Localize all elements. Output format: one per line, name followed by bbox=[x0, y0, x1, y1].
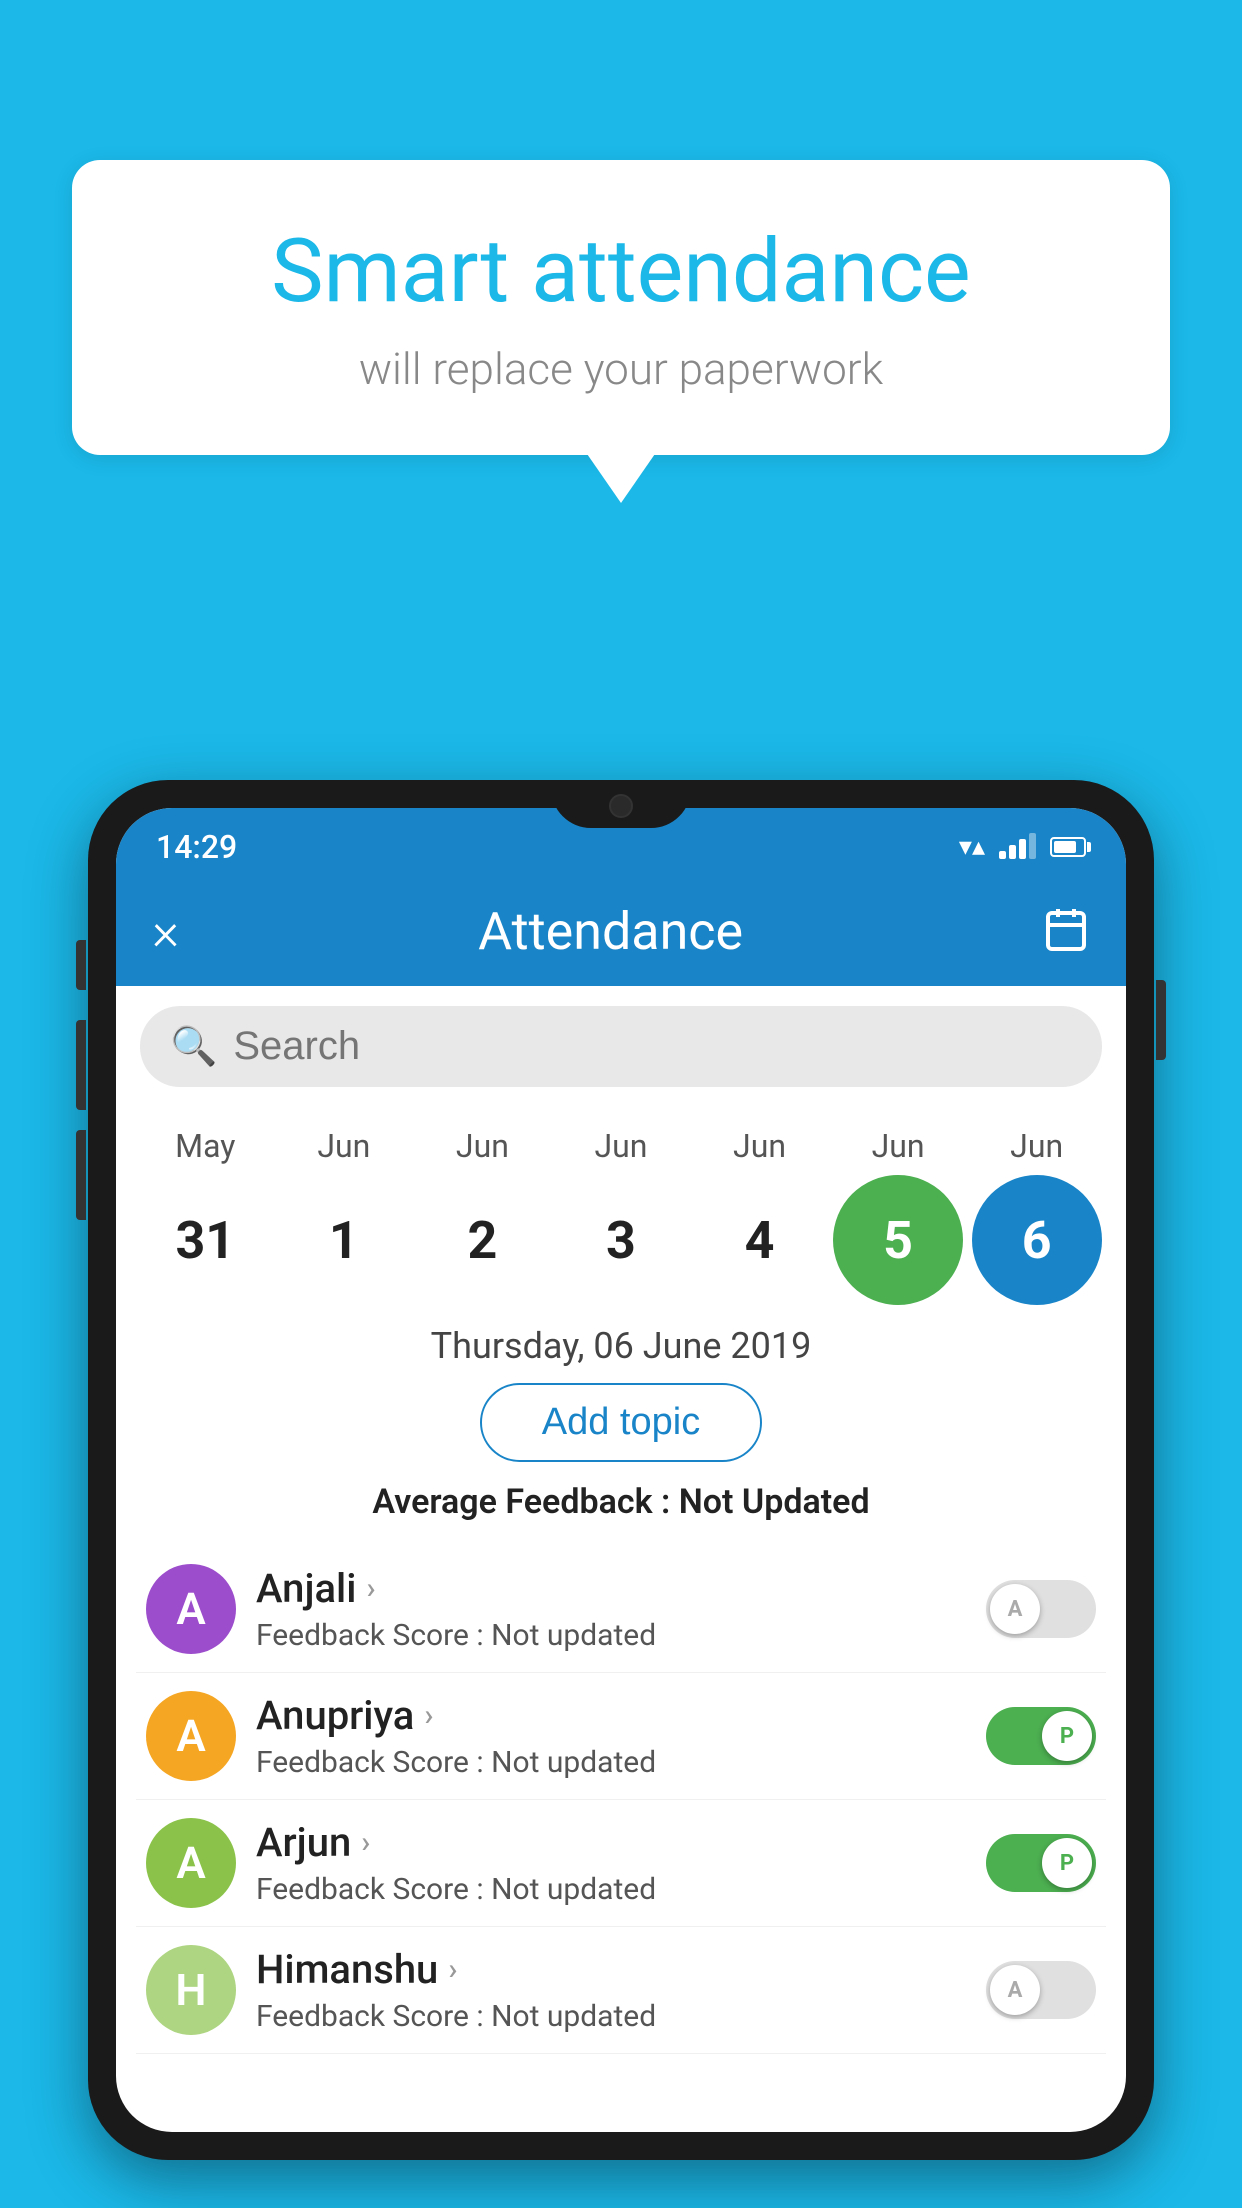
app-title: Attendance bbox=[478, 901, 743, 962]
cal-day-1[interactable]: 1 bbox=[279, 1175, 409, 1305]
phone-screen: 14:29 ▾▴ × Attendance bbox=[116, 808, 1126, 2132]
search-bar[interactable]: 🔍 bbox=[140, 1006, 1102, 1087]
volume-down-button bbox=[76, 1130, 86, 1220]
student-feedback-anupriya: Feedback Score : Not updated bbox=[256, 1745, 966, 1780]
calendar-months: May Jun Jun Jun Jun Jun Jun bbox=[136, 1127, 1106, 1165]
student-avatar-himanshu: H bbox=[146, 1945, 236, 2035]
toggle-knob-anupriya: P bbox=[1042, 1711, 1092, 1761]
bubble-subtitle: will replace your paperwork bbox=[152, 343, 1090, 395]
student-info-anjali: Anjali › Feedback Score : Not updated bbox=[256, 1565, 966, 1653]
cal-month-2: Jun bbox=[417, 1127, 547, 1165]
cal-day-0[interactable]: 31 bbox=[140, 1175, 270, 1305]
student-avatar-anupriya: A bbox=[146, 1691, 236, 1781]
student-info-himanshu: Himanshu › Feedback Score : Not updated bbox=[256, 1946, 966, 2034]
add-topic-button[interactable]: Add topic bbox=[480, 1383, 762, 1462]
student-item-anupriya[interactable]: A Anupriya › Feedback Score : Not update… bbox=[136, 1673, 1106, 1800]
toggle-anupriya[interactable]: P bbox=[986, 1707, 1096, 1765]
calendar-strip: May Jun Jun Jun Jun Jun Jun 31 1 2 3 4 5… bbox=[116, 1107, 1126, 1305]
cal-day-5[interactable]: 5 bbox=[833, 1175, 963, 1305]
toggle-arjun[interactable]: P bbox=[986, 1834, 1096, 1892]
cal-day-2[interactable]: 2 bbox=[417, 1175, 547, 1305]
toggle-himanshu[interactable]: A bbox=[986, 1961, 1096, 2019]
student-feedback-anjali: Feedback Score : Not updated bbox=[256, 1618, 966, 1653]
calendar-button[interactable] bbox=[1042, 905, 1090, 957]
cal-day-4[interactable]: 4 bbox=[695, 1175, 825, 1305]
attendance-toggle-anupriya[interactable]: P bbox=[986, 1707, 1096, 1765]
cal-month-4: Jun bbox=[695, 1127, 825, 1165]
bubble-title: Smart attendance bbox=[152, 220, 1090, 323]
toggle-anjali[interactable]: A bbox=[986, 1580, 1096, 1638]
cal-day-6[interactable]: 6 bbox=[972, 1175, 1102, 1305]
toggle-knob-himanshu: A bbox=[990, 1965, 1040, 2015]
signal-bars-icon bbox=[999, 835, 1036, 859]
status-time: 14:29 bbox=[156, 828, 237, 866]
phone-frame: 14:29 ▾▴ × Attendance bbox=[88, 780, 1154, 2160]
attendance-toggle-himanshu[interactable]: A bbox=[986, 1961, 1096, 2019]
cal-month-3: Jun bbox=[556, 1127, 686, 1165]
search-input[interactable] bbox=[233, 1024, 1072, 1069]
calendar-days: 31 1 2 3 4 5 6 bbox=[136, 1175, 1106, 1305]
student-name-anjali: Anjali › bbox=[256, 1565, 966, 1612]
status-icons: ▾▴ bbox=[959, 832, 1086, 862]
cal-month-5: Jun bbox=[833, 1127, 963, 1165]
speech-bubble-container: Smart attendance will replace your paper… bbox=[72, 160, 1170, 455]
chevron-right-icon: › bbox=[361, 1825, 370, 1860]
phone-container: 14:29 ▾▴ × Attendance bbox=[88, 780, 1154, 2208]
student-item-arjun[interactable]: A Arjun › Feedback Score : Not updated P bbox=[136, 1800, 1106, 1927]
volume-up-button bbox=[76, 1020, 86, 1110]
student-feedback-himanshu: Feedback Score : Not updated bbox=[256, 1999, 966, 2034]
chevron-right-icon: › bbox=[448, 1952, 457, 1987]
battery-icon bbox=[1050, 837, 1086, 857]
toggle-knob-anjali: A bbox=[990, 1584, 1040, 1634]
close-button[interactable]: × bbox=[152, 901, 179, 962]
app-header: × Attendance bbox=[116, 876, 1126, 986]
student-feedback-arjun: Feedback Score : Not updated bbox=[256, 1872, 966, 1907]
attendance-toggle-anjali[interactable]: A bbox=[986, 1580, 1096, 1638]
student-avatar-anjali: A bbox=[146, 1564, 236, 1654]
cal-day-3[interactable]: 3 bbox=[556, 1175, 686, 1305]
student-info-arjun: Arjun › Feedback Score : Not updated bbox=[256, 1819, 966, 1907]
silent-button bbox=[76, 940, 86, 990]
avg-feedback: Average Feedback : Not Updated bbox=[116, 1482, 1126, 1522]
avg-feedback-label: Average Feedback : bbox=[372, 1482, 678, 1522]
student-name-anupriya: Anupriya › bbox=[256, 1692, 966, 1739]
wifi-icon: ▾▴ bbox=[959, 832, 985, 862]
toggle-knob-arjun: P bbox=[1042, 1838, 1092, 1888]
avg-feedback-value: Not Updated bbox=[679, 1482, 870, 1522]
cal-month-1: Jun bbox=[279, 1127, 409, 1165]
speech-bubble: Smart attendance will replace your paper… bbox=[72, 160, 1170, 455]
attendance-toggle-arjun[interactable]: P bbox=[986, 1834, 1096, 1892]
student-info-anupriya: Anupriya › Feedback Score : Not updated bbox=[256, 1692, 966, 1780]
student-list: A Anjali › Feedback Score : Not updated … bbox=[116, 1546, 1126, 2054]
phone-notch bbox=[551, 780, 691, 828]
selected-date-label: Thursday, 06 June 2019 bbox=[116, 1325, 1126, 1367]
power-button bbox=[1156, 980, 1166, 1060]
student-item-himanshu[interactable]: H Himanshu › Feedback Score : Not update… bbox=[136, 1927, 1106, 2054]
cal-month-0: May bbox=[140, 1127, 270, 1165]
calendar-icon bbox=[1042, 905, 1090, 953]
phone-camera bbox=[609, 794, 633, 818]
student-item-anjali[interactable]: A Anjali › Feedback Score : Not updated … bbox=[136, 1546, 1106, 1673]
search-icon: 🔍 bbox=[170, 1025, 217, 1069]
student-name-arjun: Arjun › bbox=[256, 1819, 966, 1866]
student-avatar-arjun: A bbox=[146, 1818, 236, 1908]
cal-month-6: Jun bbox=[972, 1127, 1102, 1165]
student-name-himanshu: Himanshu › bbox=[256, 1946, 966, 1993]
chevron-right-icon: › bbox=[366, 1571, 375, 1606]
chevron-right-icon: › bbox=[424, 1698, 433, 1733]
